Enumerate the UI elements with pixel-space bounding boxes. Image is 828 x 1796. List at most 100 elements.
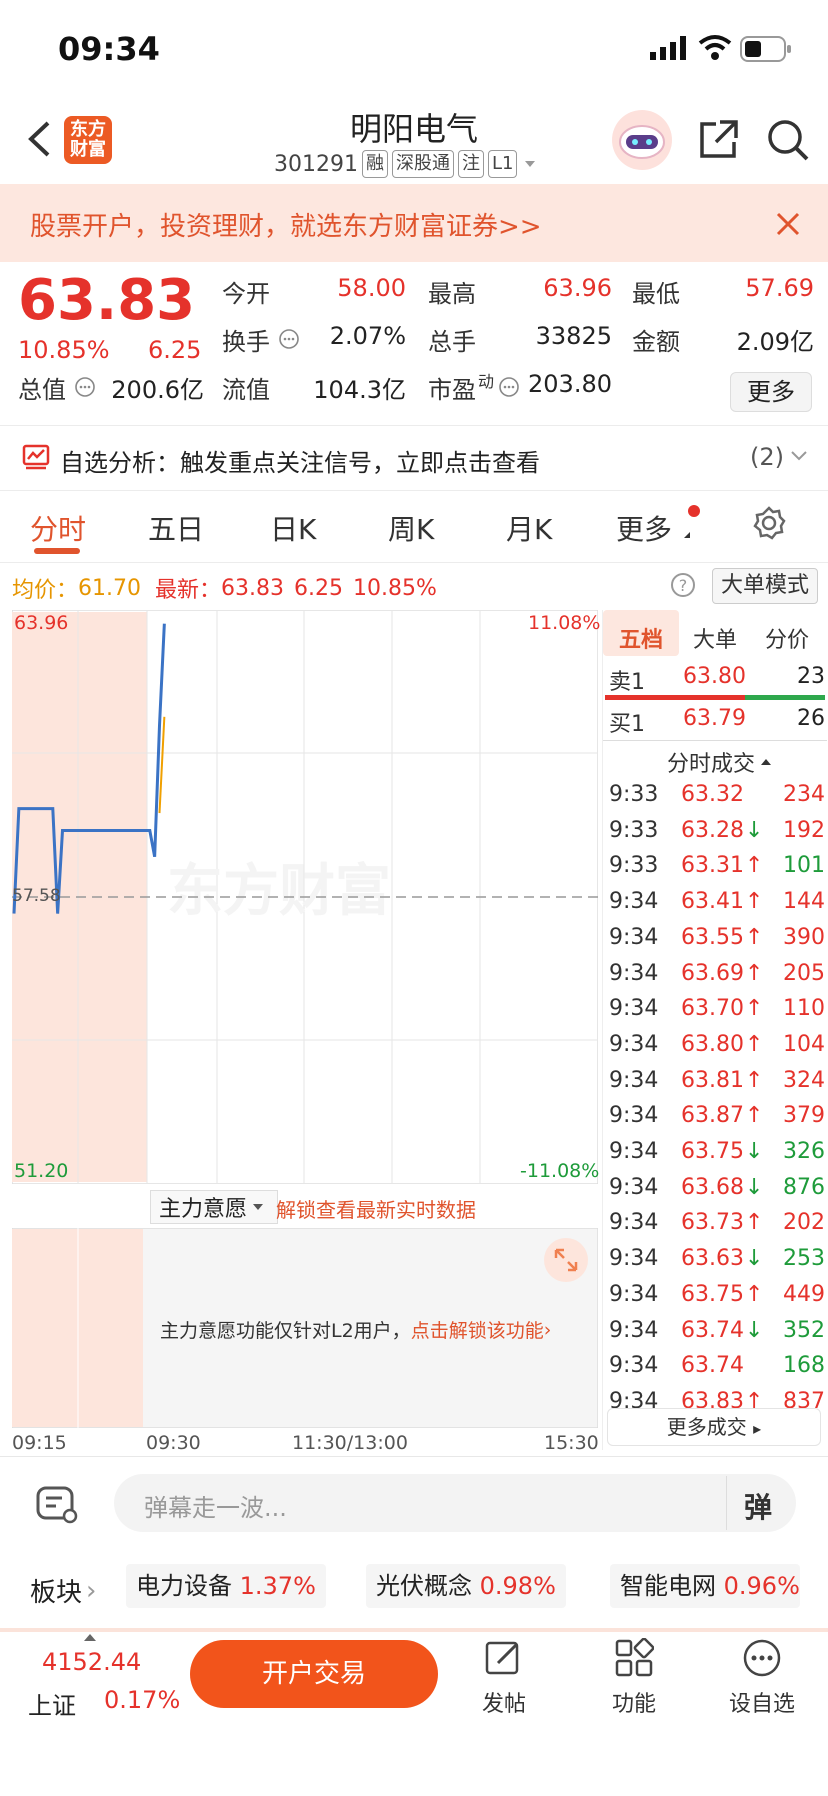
trade-volume: 390 bbox=[783, 924, 825, 950]
panel-tab-big-orders[interactable]: 大单 bbox=[693, 622, 737, 654]
quote-value: 63.96 bbox=[543, 274, 612, 302]
chevron-right-icon[interactable]: › bbox=[544, 1319, 552, 1341]
chevron-right-icon: › bbox=[86, 1575, 97, 1606]
trade-row: 9:34 63.63 ↓ 253 bbox=[607, 1246, 825, 1280]
more-dots-icon[interactable] bbox=[742, 1638, 782, 1678]
ask-bar bbox=[605, 695, 745, 700]
trade-volume: 324 bbox=[783, 1067, 825, 1093]
y-label-pct-low: -11.08% bbox=[520, 1160, 600, 1182]
sector-chip-smart-grid[interactable]: 智能电网 0.96% bbox=[610, 1564, 800, 1608]
quote-value: 104.3亿 bbox=[313, 376, 406, 404]
sector-name: 电力设备 bbox=[136, 1572, 232, 1600]
trade-direction-icon: ↑ bbox=[745, 924, 764, 950]
signal-icon bbox=[650, 36, 686, 60]
expand-button[interactable] bbox=[544, 1238, 588, 1282]
trade-row: 9:34 63.73 ↑ 202 bbox=[607, 1210, 825, 1244]
trade-time: 9:34 bbox=[609, 996, 659, 1022]
trade-time: 9:34 bbox=[609, 1353, 659, 1379]
sector-label[interactable]: 板块 › bbox=[30, 1572, 96, 1609]
message-edit-icon[interactable] bbox=[34, 1484, 80, 1524]
index-percent[interactable]: 0.17% bbox=[104, 1686, 180, 1714]
add-watchlist-label[interactable]: 设自选 bbox=[722, 1686, 802, 1718]
trade-direction-icon: ↑ bbox=[745, 853, 764, 879]
tag-connect: 深股通 bbox=[391, 150, 454, 178]
sector-chip-power-equipment[interactable]: 电力设备 1.37% bbox=[126, 1564, 326, 1608]
more-trades-button[interactable]: 更多成交 ▸ bbox=[607, 1408, 821, 1446]
intraday-chart[interactable]: 东方财富 bbox=[12, 610, 598, 1184]
unlock-realtime-link[interactable]: 解锁查看最新实时数据 bbox=[276, 1194, 476, 1223]
functions-label[interactable]: 功能 bbox=[594, 1686, 674, 1718]
status-bar: 09:34 bbox=[0, 0, 828, 100]
promo-banner-text[interactable]: 股票开户，投资理财，就选东方财富证券>> bbox=[30, 206, 542, 243]
danmu-toggle-button[interactable]: 弹 bbox=[744, 1486, 772, 1526]
close-icon[interactable] bbox=[776, 212, 800, 236]
more-quote-button[interactable]: 更多 bbox=[730, 372, 812, 412]
trade-direction-icon: ↑ bbox=[745, 1103, 764, 1129]
trade-direction-icon: ↓ bbox=[745, 1139, 764, 1164]
trade-row: 9:34 63.80 ↑ 104 bbox=[607, 1032, 825, 1066]
trade-time: 9:34 bbox=[609, 960, 659, 986]
sector-chip-pv[interactable]: 光伏概念 0.98% bbox=[366, 1564, 566, 1608]
turnover-info-icon[interactable] bbox=[278, 328, 300, 350]
divider bbox=[0, 1456, 828, 1457]
tab-five-day[interactable]: 五日 bbox=[148, 508, 204, 548]
tab-intraday[interactable]: 分时 bbox=[30, 508, 86, 548]
trade-time: 9:34 bbox=[609, 1067, 659, 1093]
tab-monthly-k[interactable]: 月K bbox=[506, 508, 552, 548]
divider bbox=[0, 562, 828, 563]
chevron-down-icon[interactable] bbox=[790, 450, 808, 462]
search-icon[interactable] bbox=[766, 118, 810, 162]
quote-value: 2.07% bbox=[329, 322, 406, 350]
quote-value: 200.6亿 bbox=[111, 376, 204, 404]
panel-tab-price-dist[interactable]: 分价 bbox=[765, 622, 809, 654]
share-icon[interactable] bbox=[698, 118, 740, 160]
quote-label: 今开 bbox=[222, 280, 270, 308]
stock-code-row[interactable]: 301291 融 深股通 注 L1 bbox=[274, 150, 543, 178]
quote-value: 33825 bbox=[535, 322, 612, 350]
assistant-robot-icon[interactable] bbox=[612, 110, 672, 170]
trade-time: 9:33 bbox=[609, 853, 659, 879]
change-percent: 10.85% bbox=[18, 336, 110, 364]
trade-direction-icon: ↑ bbox=[745, 960, 764, 986]
tab-weekly-k[interactable]: 周K bbox=[388, 508, 434, 548]
trade-time: 9:34 bbox=[609, 924, 659, 950]
indicator-selector[interactable]: 主力意愿 bbox=[150, 1190, 279, 1224]
trade-direction-icon: ↑ bbox=[745, 996, 764, 1022]
post-edit-icon[interactable] bbox=[484, 1638, 524, 1678]
dropdown-icon[interactable] bbox=[517, 156, 543, 172]
pe-info-icon[interactable] bbox=[498, 376, 520, 398]
gear-icon[interactable] bbox=[752, 506, 786, 540]
index-name[interactable]: 上证 bbox=[28, 1686, 76, 1721]
trade-price: 63.70 bbox=[681, 996, 744, 1022]
intraday-info-line: 均价： 61.70 最新： 63.83 6.25 10.85% bbox=[12, 572, 437, 604]
trade-row: 9:34 63.81 ↑ 324 bbox=[607, 1068, 825, 1102]
signal-alert-text[interactable]: 自选分析：触发重点关注信号，立即点击查看 bbox=[60, 443, 540, 478]
market-cap-info-icon[interactable] bbox=[74, 376, 96, 398]
divider bbox=[0, 490, 828, 491]
trade-price: 63.75 bbox=[681, 1139, 744, 1164]
tab-more[interactable]: 更多 bbox=[616, 508, 672, 548]
trade-volume: 101 bbox=[783, 853, 825, 879]
quote-value: 203.80 bbox=[528, 370, 612, 398]
trade-direction-icon: ↑ bbox=[745, 1210, 764, 1236]
post-label[interactable]: 发帖 bbox=[464, 1686, 544, 1718]
trades-header[interactable]: 分时成交 bbox=[667, 746, 777, 778]
more-trades-label: 更多成交 bbox=[666, 1415, 747, 1439]
quote-label: 金额 bbox=[632, 328, 680, 356]
open-account-trade-button[interactable]: 开户交易 bbox=[190, 1640, 438, 1708]
grid-apps-icon[interactable] bbox=[614, 1638, 654, 1678]
quote-label: 总值 bbox=[18, 376, 66, 404]
l2-unlock-link[interactable]: 点击解锁该功能 bbox=[411, 1316, 544, 1343]
bid-volume: 26 bbox=[797, 706, 825, 731]
trade-price: 63.69 bbox=[681, 960, 744, 986]
help-icon[interactable]: ? bbox=[670, 572, 696, 598]
trade-row: 9:34 63.70 ↑ 110 bbox=[607, 996, 825, 1030]
panel-tab-five-level[interactable]: 五档 bbox=[619, 622, 663, 654]
signal-count[interactable]: (2) bbox=[750, 443, 784, 471]
index-value[interactable]: 4152.44 bbox=[42, 1648, 141, 1676]
big-order-mode-button[interactable]: 大单模式 bbox=[712, 568, 818, 604]
tab-daily-k[interactable]: 日K bbox=[270, 508, 316, 548]
tag-level: L1 bbox=[487, 150, 518, 178]
current-price: 63.83 bbox=[18, 268, 196, 333]
x-label-1130: 11:30/13:00 bbox=[292, 1432, 408, 1454]
